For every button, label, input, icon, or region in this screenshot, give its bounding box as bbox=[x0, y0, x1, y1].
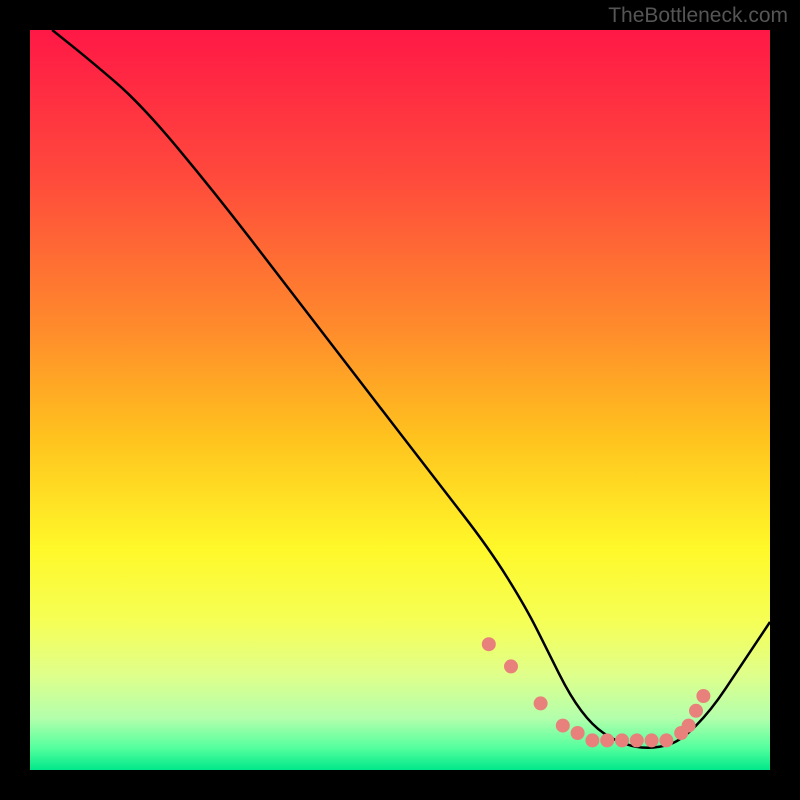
marker-dot bbox=[556, 719, 570, 733]
marker-dot bbox=[630, 733, 644, 747]
watermark-text: TheBottleneck.com bbox=[608, 4, 788, 28]
marker-dots bbox=[482, 637, 711, 747]
marker-dot bbox=[600, 733, 614, 747]
marker-dot bbox=[482, 637, 496, 651]
marker-dot bbox=[645, 733, 659, 747]
marker-dot bbox=[585, 733, 599, 747]
marker-dot bbox=[534, 696, 548, 710]
chart-overlay bbox=[30, 30, 770, 770]
chart-plot-area bbox=[30, 30, 770, 770]
marker-dot bbox=[659, 733, 673, 747]
marker-dot bbox=[682, 719, 696, 733]
marker-dot bbox=[689, 704, 703, 718]
marker-dot bbox=[615, 733, 629, 747]
marker-dot bbox=[504, 659, 518, 673]
main-curve bbox=[52, 30, 770, 748]
marker-dot bbox=[696, 689, 710, 703]
marker-dot bbox=[571, 726, 585, 740]
